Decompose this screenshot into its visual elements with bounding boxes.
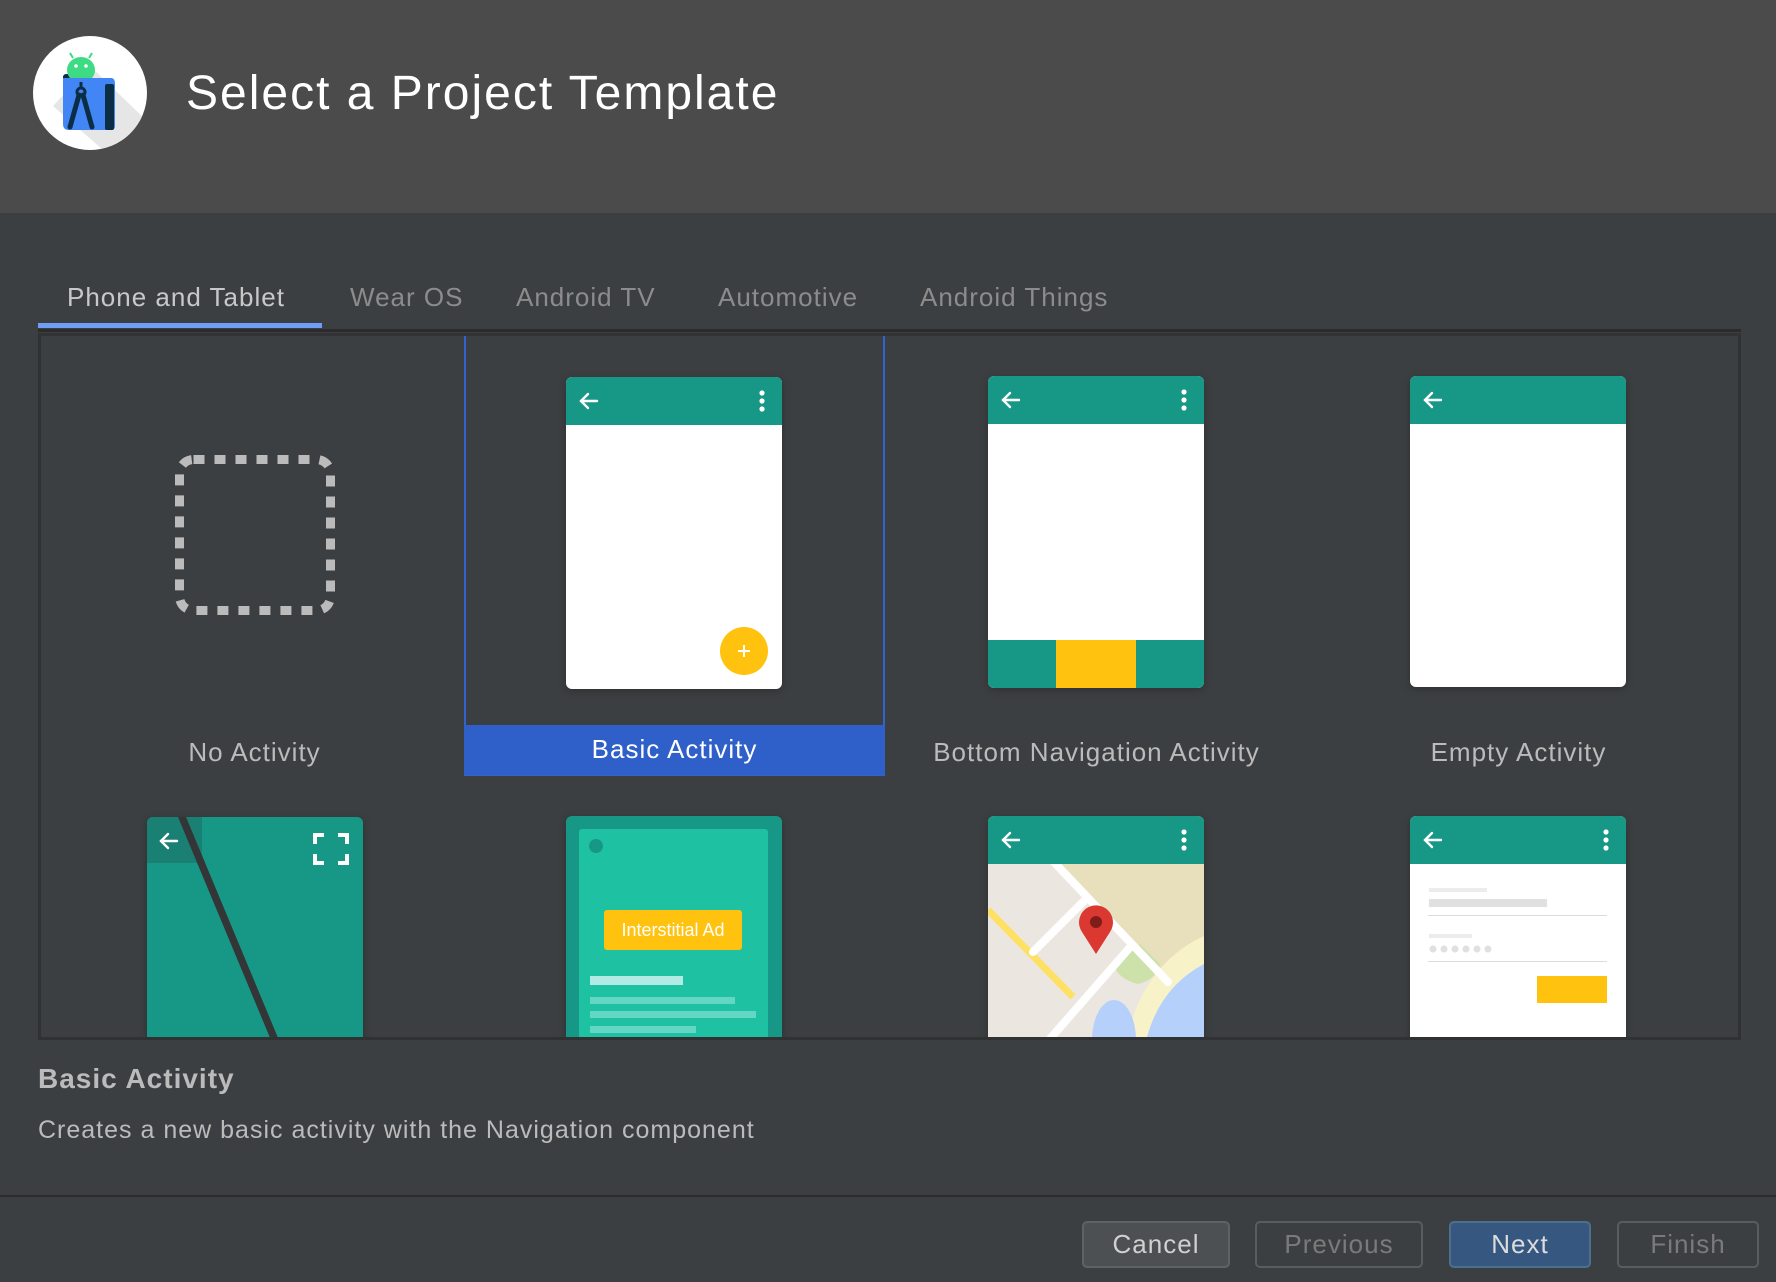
android-studio-logo-icon bbox=[33, 36, 147, 150]
bottom-nav-active-item bbox=[1056, 640, 1136, 688]
empty-activity-preview bbox=[1410, 376, 1626, 687]
template-card-login[interactable] bbox=[1308, 776, 1729, 1037]
form-factor-tabs: Phone and Tablet Wear OS Android TV Auto… bbox=[38, 272, 1741, 332]
interstitial-ad-label: Interstitial Ad bbox=[621, 920, 725, 940]
template-card-no-activity[interactable]: No Activity bbox=[44, 336, 465, 776]
cancel-button[interactable]: Cancel bbox=[1082, 1221, 1230, 1268]
template-grid[interactable]: No Activity Basic Activity Bottom Naviga… bbox=[38, 333, 1741, 1040]
page-title: Select a Project Template bbox=[186, 67, 780, 120]
tab-wear-os[interactable]: Wear OS bbox=[350, 272, 463, 328]
password-dots bbox=[1429, 945, 1492, 953]
template-card-empty-activity[interactable]: Empty Activity bbox=[1308, 336, 1729, 776]
template-label: Empty Activity bbox=[1430, 737, 1607, 767]
template-card-basic-activity[interactable]: Basic Activity bbox=[464, 336, 885, 776]
template-card-bottom-navigation[interactable]: Bottom Navigation Activity bbox=[886, 336, 1307, 776]
interstitial-ad-preview: Interstitial Ad bbox=[566, 816, 782, 1037]
overflow-menu-icon bbox=[759, 390, 765, 412]
template-description-title: Basic Activity bbox=[38, 1063, 235, 1094]
template-card-google-maps[interactable] bbox=[886, 776, 1307, 1037]
dialog-header: Select a Project Template bbox=[0, 0, 1776, 213]
fullscreen-activity-preview bbox=[147, 817, 363, 1037]
dashed-square-icon bbox=[175, 455, 335, 615]
overflow-menu-icon bbox=[1181, 829, 1187, 851]
finish-button[interactable]: Finish bbox=[1617, 1221, 1759, 1268]
fullscreen-icon bbox=[313, 833, 349, 865]
tab-android-tv[interactable]: Android TV bbox=[516, 272, 656, 328]
bottom-navigation-preview bbox=[988, 376, 1204, 688]
back-arrow-icon bbox=[1001, 391, 1021, 409]
tab-automotive[interactable]: Automotive bbox=[718, 272, 858, 328]
template-description-text: Creates a new basic activity with the Na… bbox=[38, 1116, 755, 1144]
next-button[interactable]: Next bbox=[1449, 1221, 1591, 1268]
sign-in-button bbox=[1537, 976, 1607, 1003]
basic-activity-preview bbox=[566, 377, 782, 689]
back-arrow-icon bbox=[579, 392, 599, 410]
back-arrow-icon bbox=[1423, 391, 1443, 409]
template-card-fullscreen[interactable] bbox=[44, 776, 465, 1037]
map-preview bbox=[988, 816, 1204, 1037]
tab-android-things[interactable]: Android Things bbox=[920, 272, 1108, 328]
login-form-preview bbox=[1410, 816, 1626, 1037]
tab-phone-and-tablet[interactable]: Phone and Tablet bbox=[67, 272, 285, 328]
overflow-menu-icon bbox=[1181, 389, 1187, 411]
template-label-selected: Basic Activity bbox=[464, 725, 885, 775]
template-label: No Activity bbox=[188, 737, 321, 767]
footer-divider bbox=[0, 1195, 1776, 1197]
template-card-admob[interactable]: Interstitial Ad bbox=[464, 776, 885, 1037]
overflow-menu-icon bbox=[1603, 829, 1609, 851]
previous-button[interactable]: Previous bbox=[1255, 1221, 1423, 1268]
template-label: Bottom Navigation Activity bbox=[933, 737, 1260, 767]
active-tab-indicator bbox=[38, 323, 322, 328]
